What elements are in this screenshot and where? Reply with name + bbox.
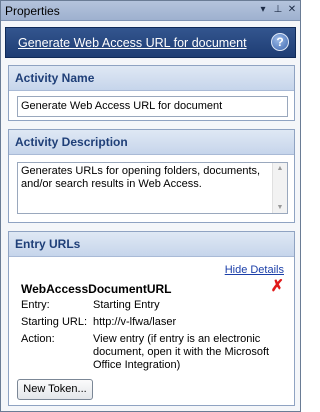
activity-title-link[interactable]: Generate Web Access URL for document <box>18 36 247 50</box>
action-label: Action: <box>21 333 55 345</box>
action-value: View entry (if entry is an electronic do… <box>93 333 270 371</box>
delete-icon[interactable]: ✗ <box>271 279 284 295</box>
scroll-up-icon[interactable]: ▲ <box>273 165 287 172</box>
panel-header: Activity Description <box>9 130 294 155</box>
starting-url-label: Starting URL: <box>21 316 88 328</box>
hide-details-link[interactable]: Hide Details <box>225 264 284 276</box>
panel-header: Entry URLs <box>9 232 294 257</box>
dropdown-arrow-icon[interactable]: ▾ <box>257 3 269 17</box>
window-title: Properties <box>5 4 60 18</box>
pin-icon[interactable]: ⊥ <box>272 3 284 17</box>
activity-description-heading: Activity Description <box>15 135 128 149</box>
starting-url-value: http://v-lfwa/laser <box>93 316 177 328</box>
panel-header: Activity Name <box>9 66 294 91</box>
activity-name-input[interactable]: Generate Web Access URL for document <box>17 96 288 117</box>
activity-description-text: Generates URLs for opening folders, docu… <box>21 165 261 190</box>
properties-window: Properties ▾ ⊥ ✕ Generate Web Access URL… <box>0 0 301 412</box>
activity-description-panel: Activity Description Generates URLs for … <box>8 129 295 223</box>
help-icon[interactable]: ? <box>271 33 289 51</box>
entry-label: Entry: <box>21 299 50 311</box>
close-icon[interactable]: ✕ <box>286 3 298 17</box>
description-scrollbar[interactable]: ▲ ▼ <box>272 163 287 213</box>
activity-name-heading: Activity Name <box>15 71 95 85</box>
new-token-button[interactable]: New Token... <box>17 379 93 400</box>
activity-header: Generate Web Access URL for document ? <box>5 27 296 58</box>
entry-url-name: WebAccessDocumentURL <box>21 282 172 296</box>
activity-name-panel: Activity Name Generate Web Access URL fo… <box>8 65 295 121</box>
activity-description-textarea[interactable]: Generates URLs for opening folders, docu… <box>17 162 288 214</box>
window-titlebar: Properties ▾ ⊥ ✕ <box>1 1 300 21</box>
entry-urls-heading: Entry URLs <box>15 237 81 251</box>
entry-urls-panel: Entry URLs Hide Details WebAccessDocumen… <box>8 231 295 406</box>
entry-value: Starting Entry <box>93 299 160 311</box>
scroll-down-icon[interactable]: ▼ <box>273 204 287 211</box>
